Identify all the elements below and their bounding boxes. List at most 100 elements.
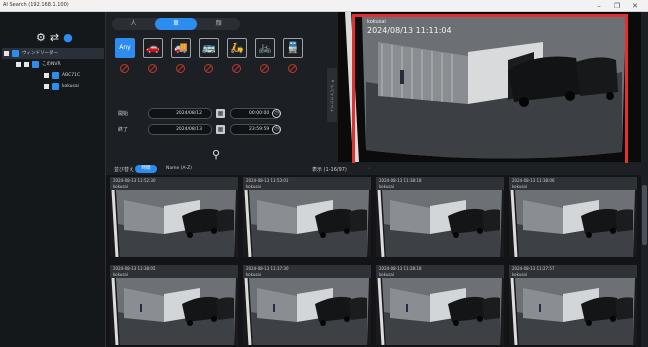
minimize-button[interactable]: – bbox=[592, 0, 606, 12]
window-title: AI Search (192.168.1.100) bbox=[3, 2, 69, 8]
tree-item-nvr[interactable]: このNVR bbox=[2, 59, 104, 70]
train-type-button[interactable]: 🚆 bbox=[283, 38, 303, 58]
scrollbar-track bbox=[641, 12, 648, 163]
tree-label: kokusai bbox=[62, 84, 79, 89]
thumbnail-image bbox=[509, 278, 637, 345]
thumbnail-caption: 2024-08-13 11:38:18 kokusai bbox=[376, 177, 504, 190]
end-datetime-row: 終了 2024/08/13 ▦ 23:59:59 ◷ bbox=[118, 124, 288, 136]
disabled-icon bbox=[255, 64, 275, 74]
expand-icon[interactable] bbox=[24, 62, 29, 67]
thumbnail-image bbox=[110, 278, 238, 345]
server-icon bbox=[12, 50, 19, 57]
any-type-button[interactable]: Any bbox=[115, 38, 135, 58]
thumbnail-image bbox=[376, 190, 504, 257]
sort-time-button[interactable]: 時間 bbox=[135, 165, 157, 173]
ai-search-window: AI Search (192.168.1.100) – ❐ ✕ ⚙ ⇄ ● ウィ… bbox=[0, 0, 648, 347]
sidebar-toolbar: ⚙ ⇄ ● bbox=[36, 30, 73, 46]
thumbnail-caption: 2024-08-13 11:38:05 kokusai bbox=[110, 265, 238, 278]
camera-group-icon[interactable]: ⚙ bbox=[36, 31, 46, 45]
result-thumbnail[interactable]: 2024-08-13 11:52:30 kokusai bbox=[110, 177, 238, 257]
checkbox-icon[interactable] bbox=[44, 84, 49, 89]
motorbike-type-button[interactable]: 🛵 bbox=[227, 38, 247, 58]
close-button[interactable]: ✕ bbox=[628, 0, 642, 12]
car-type-button[interactable]: 🚗 bbox=[143, 38, 163, 58]
tree-label: ウィンドリーダー bbox=[22, 51, 58, 56]
result-thumbnail[interactable]: 2024-08-13 11:38:05 kokusai bbox=[110, 265, 238, 345]
tab-vehicle[interactable]: 車 bbox=[154, 18, 198, 30]
disabled-icon bbox=[171, 64, 191, 74]
end-label: 終了 bbox=[118, 127, 129, 133]
vehicle-type-filters: Any 🚗 🚚 🚌 🛵 🚲 🚆 bbox=[115, 38, 303, 60]
bus-type-button[interactable]: 🚌 bbox=[199, 38, 219, 58]
person-figure bbox=[406, 304, 408, 312]
page-dot-icon[interactable]: ◦ bbox=[368, 166, 371, 172]
result-thumbnail[interactable]: 2024-08-13 11:37:30 kokusai bbox=[243, 265, 371, 345]
pin-icon[interactable]: ● bbox=[63, 31, 73, 45]
clock-icon[interactable]: ◷ bbox=[272, 109, 281, 118]
start-date-field[interactable]: 2024/08/12 bbox=[148, 108, 212, 119]
disabled-icon bbox=[199, 64, 219, 74]
thumbnail-caption: 2024-08-13 11:38:06 kokusai bbox=[509, 177, 637, 190]
nvr-icon bbox=[32, 61, 39, 68]
tree-label: このNVR bbox=[42, 62, 61, 67]
thumbnail-caption: 2024-08-13 11:27:57 kokusai bbox=[509, 265, 637, 278]
start-datetime-row: 開始 2024/08/12 ▦ 00:00:00 ◷ bbox=[118, 108, 288, 120]
camera-icon bbox=[52, 72, 59, 79]
sort-label: 並び替え bbox=[114, 167, 135, 173]
thumbnail-image bbox=[110, 190, 238, 257]
person-figure bbox=[539, 304, 541, 312]
clock-icon[interactable]: ◷ bbox=[272, 125, 281, 134]
thumbnail-caption: 2024-08-13 11:37:30 kokusai bbox=[243, 265, 371, 278]
checkbox-icon[interactable] bbox=[16, 62, 21, 67]
disabled-icon bbox=[143, 64, 163, 74]
tree-label: ABC71C bbox=[62, 73, 81, 78]
tree-item-camera[interactable]: ABC71C bbox=[2, 70, 104, 81]
sort-name-button[interactable]: Name (A-Z) bbox=[166, 165, 200, 173]
disabled-icon bbox=[227, 64, 247, 74]
scrollbar-thumb[interactable] bbox=[642, 185, 647, 245]
disabled-icon bbox=[283, 64, 303, 74]
search-panel: 人 車 顔 Any 🚗 🚚 🚌 🛵 🚲 🚆 開始 2024/08/12 ▦ 00… bbox=[106, 12, 338, 169]
thumbnail-caption: 2024-08-13 11:53:01 kokusai bbox=[243, 177, 371, 190]
swap-icon[interactable]: ⇄ bbox=[50, 31, 59, 45]
calendar-icon[interactable]: ▦ bbox=[216, 125, 225, 134]
highlight-frame bbox=[352, 14, 628, 172]
thumbnail-image bbox=[509, 190, 637, 257]
checkbox-icon[interactable] bbox=[44, 73, 49, 78]
result-thumbnail[interactable]: 2024-08-13 11:38:18 kokusai bbox=[376, 177, 504, 257]
tab-face[interactable]: 顔 bbox=[197, 18, 240, 30]
truck-type-button[interactable]: 🚚 bbox=[171, 38, 191, 58]
bicycle-type-button[interactable]: 🚲 bbox=[255, 38, 275, 58]
checkbox-icon[interactable] bbox=[4, 51, 9, 56]
person-figure bbox=[140, 304, 142, 312]
start-label: 開始 bbox=[118, 111, 129, 117]
tree-item-camera[interactable]: kokusai bbox=[2, 81, 104, 92]
results-toolbar: 並び替え 時間 Name (A-Z) 表示 (1-16/97) ◦ bbox=[106, 163, 641, 175]
device-tree: ウィンドリーダー このNVR ABC71C kokusai bbox=[2, 48, 104, 92]
results-scrollbar[interactable] bbox=[641, 175, 648, 347]
result-thumbnail[interactable]: 2024-08-13 11:27:57 kokusai bbox=[509, 265, 637, 345]
result-thumbnail[interactable]: 2024-08-13 11:38:06 kokusai bbox=[509, 177, 637, 257]
calendar-icon[interactable]: ▦ bbox=[216, 109, 225, 118]
maximize-button[interactable]: ❐ bbox=[610, 0, 624, 12]
thumbnail-image bbox=[243, 190, 371, 257]
title-bar: AI Search (192.168.1.100) – ❐ ✕ bbox=[0, 0, 648, 12]
results-grid: 2024-08-13 11:52:30 kokusai 2024-08-13 11… bbox=[106, 175, 641, 347]
end-date-field[interactable]: 2024/08/13 bbox=[148, 124, 212, 135]
result-thumbnail[interactable]: 2024-08-13 11:28:18 kokusai bbox=[376, 265, 504, 345]
camera-icon bbox=[52, 83, 59, 90]
search-icon[interactable]: ⚲ bbox=[212, 148, 220, 161]
thumbnail-image bbox=[376, 278, 504, 345]
result-thumbnail[interactable]: 2024-08-13 11:53:01 kokusai bbox=[243, 177, 371, 257]
category-tabs: 人 車 顔 bbox=[112, 18, 240, 30]
person-figure bbox=[273, 304, 275, 312]
thumbnail-caption: 2024-08-13 11:28:18 kokusai bbox=[376, 265, 504, 278]
disabled-icon bbox=[115, 64, 135, 74]
thumbnail-image bbox=[243, 278, 371, 345]
collapse-panel-button[interactable]: ◂ デバイスリスト bbox=[327, 68, 337, 122]
device-sidebar: ⚙ ⇄ ● ウィンドリーダー このNVR ABC71C kokusai bbox=[0, 12, 106, 347]
result-count: 表示 (1-16/97) bbox=[312, 167, 347, 173]
tab-person[interactable]: 人 bbox=[112, 18, 155, 30]
type-status-row bbox=[115, 64, 303, 74]
tree-item-root[interactable]: ウィンドリーダー bbox=[2, 48, 104, 59]
